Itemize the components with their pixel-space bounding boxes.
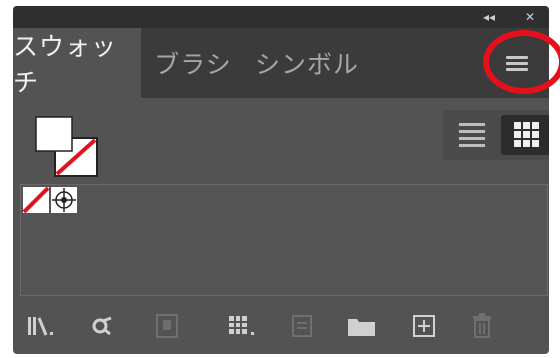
show-swatch-kinds-button[interactable] [225,310,259,342]
swatch-list [20,184,548,296]
swatch-options-button[interactable] [285,310,319,342]
add-to-library-button[interactable] [151,310,185,342]
swatch-libraries-button[interactable] [25,310,59,342]
tab-swatches[interactable]: スウォッチ [13,28,141,98]
fill-stroke-icon [35,116,98,177]
tab-symbols-label: シンボル [254,50,359,79]
thumbnail-view-button[interactable] [501,115,549,155]
tab-brushes-label: ブラシ [154,50,232,79]
highlight-circle [483,30,560,94]
list-view-icon [459,123,485,147]
fill-stroke-indicator[interactable] [35,116,105,180]
swatch-libraries-icon [28,317,53,336]
add-to-library-icon [156,314,178,338]
close-icon[interactable]: ✕ [525,8,535,26]
swatch-kind-button[interactable] [85,310,119,342]
new-color-group-button[interactable] [345,310,379,342]
swatches-panel: ◂◂ ✕ スウォッチ ブラシ シンボル [13,6,549,354]
tab-brushes[interactable]: ブラシ [143,28,243,98]
tab-bar: スウォッチ ブラシ シンボル [13,28,549,98]
swatch-options-icon [292,315,312,337]
new-swatch-button[interactable] [407,310,441,342]
new-color-group-icon [348,319,375,336]
show-swatch-kinds-icon [229,316,254,335]
delete-swatch-icon [473,313,491,338]
panel-titlebar: ◂◂ ✕ [13,6,549,28]
registration-swatch-icon [51,187,77,213]
thumbnail-view-icon [514,122,539,147]
registration-swatch[interactable] [51,187,77,213]
tab-symbols[interactable]: シンボル [247,28,367,98]
swatch-kind-icon [92,316,112,336]
delete-swatch-button[interactable] [465,310,499,342]
none-swatch[interactable] [22,186,50,214]
view-toggle-group [443,110,549,160]
tab-swatches-label: スウォッチ [13,32,118,97]
none-swatch-icon [22,186,50,214]
new-swatch-icon [413,315,435,337]
collapse-icon[interactable]: ◂◂ [483,8,495,26]
list-view-button[interactable] [447,115,497,155]
